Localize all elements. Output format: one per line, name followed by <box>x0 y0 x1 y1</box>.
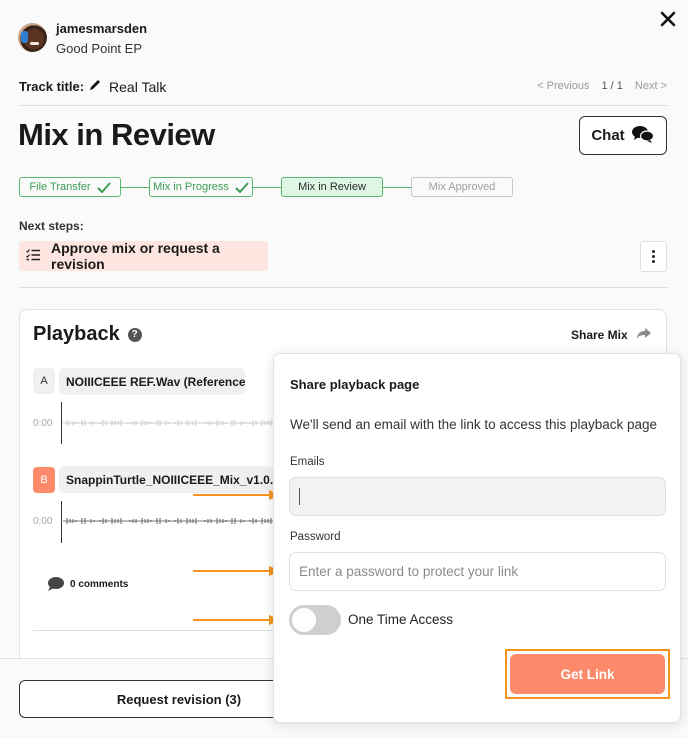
waveform-b[interactable] <box>63 517 273 525</box>
track-name-reference[interactable]: NOIIICEEE REF.Wav (Reference) <box>59 368 245 395</box>
previous-link[interactable]: < Previous <box>537 80 589 92</box>
next-action-banner: Approve mix or request a revision <box>19 240 268 272</box>
one-time-access-label: One Time Access <box>348 612 454 627</box>
track-name-mix[interactable]: SnappinTurtle_NOIIICEEE_Mix_v1.0.Wav <box>59 466 273 493</box>
more-options-button[interactable] <box>640 241 667 272</box>
step-file-transfer: File Transfer <box>19 177 121 197</box>
track-badge-a[interactable]: A <box>33 368 55 394</box>
chat-button[interactable]: Chat <box>579 116 667 155</box>
share-mix-button[interactable]: Share Mix <box>571 327 652 343</box>
close-icon[interactable] <box>658 9 678 29</box>
step-connector <box>383 186 411 188</box>
page-count: 1 / 1 <box>601 80 623 92</box>
emails-input[interactable] <box>289 477 666 516</box>
popup-description: We'll send an email with the link to acc… <box>290 417 658 432</box>
track-time: 0:00 <box>33 516 53 527</box>
step-label: Mix in Progress <box>153 181 229 193</box>
comment-icon <box>48 577 64 591</box>
step-label: Mix in Review <box>298 181 366 193</box>
password-label: Password <box>290 531 341 543</box>
project-name: Good Point EP <box>56 41 142 56</box>
popup-title: Share playback page <box>290 377 420 392</box>
next-link[interactable]: Next > <box>635 80 667 92</box>
divider <box>19 105 668 106</box>
avatar <box>18 23 47 52</box>
share-playback-popup: Share playback page We'll send an email … <box>273 353 681 723</box>
track-time: 0:00 <box>33 418 53 429</box>
playhead[interactable] <box>61 501 62 543</box>
user-name: jamesmarsden <box>56 21 148 36</box>
step-label: Mix Approved <box>428 181 496 193</box>
text-caret <box>299 488 300 505</box>
get-link-button[interactable]: Get Link <box>510 654 665 694</box>
waveform-a[interactable] <box>63 419 273 427</box>
step-mix-in-review: Mix in Review <box>281 177 383 197</box>
playback-title-text: Playback <box>33 323 120 345</box>
one-time-access-toggle[interactable] <box>289 605 341 635</box>
comments-count[interactable]: 0 comments <box>47 576 128 592</box>
divider <box>19 287 668 288</box>
comments-text: 0 comments <box>70 578 129 590</box>
step-mix-approved: Mix Approved <box>411 177 513 197</box>
annotation-arrow <box>193 566 281 576</box>
check-icon <box>235 181 249 193</box>
chat-bubbles-icon <box>631 124 655 148</box>
playback-title: Playback ? <box>33 323 142 346</box>
playhead[interactable] <box>61 402 62 444</box>
divider <box>33 630 273 631</box>
track-title: Real Talk <box>109 78 167 95</box>
emails-label: Emails <box>290 456 325 468</box>
password-input[interactable] <box>289 552 666 591</box>
share-arrow-icon <box>636 327 652 343</box>
check-icon <box>96 181 111 193</box>
step-mix-in-progress: Mix in Progress <box>149 177 253 197</box>
track-badge-b[interactable]: B <box>33 467 55 493</box>
share-mix-label: Share Mix <box>571 328 628 342</box>
track-title-row: Track title: Real Talk <box>19 78 166 95</box>
checklist-icon <box>26 248 41 264</box>
next-steps-label: Next steps: <box>19 219 84 233</box>
step-connector <box>253 186 281 188</box>
pencil-icon[interactable] <box>88 78 102 95</box>
page-title: Mix in Review <box>18 117 215 152</box>
annotation-arrow <box>193 490 281 500</box>
step-label: File Transfer <box>29 181 91 193</box>
track-pager: < Previous 1 / 1 Next > <box>537 80 667 92</box>
help-icon[interactable]: ? <box>127 327 142 342</box>
track-title-label: Track title: <box>19 79 85 94</box>
step-connector <box>121 186 149 188</box>
progress-steps: File Transfer Mix in Progress Mix in Rev… <box>19 177 513 197</box>
annotation-arrow <box>193 615 281 625</box>
chat-label: Chat <box>591 127 625 144</box>
next-action-text: Approve mix or request a revision <box>51 240 220 272</box>
